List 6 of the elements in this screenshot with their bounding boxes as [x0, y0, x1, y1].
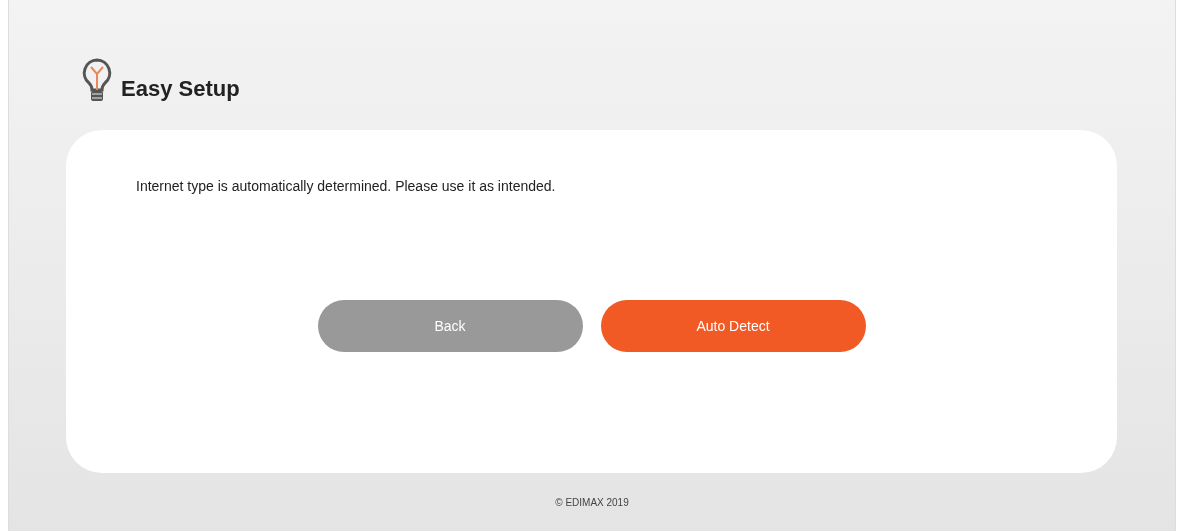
page-title: Easy Setup — [121, 75, 240, 102]
lightbulb-icon — [81, 58, 113, 104]
back-button[interactable]: Back — [317, 300, 583, 352]
auto-detect-button[interactable]: Auto Detect — [600, 300, 866, 352]
info-message: Internet type is automatically determined. Please use it as intended. — [136, 177, 557, 196]
copyright-text: © EDIMAX 2019 — [555, 495, 629, 510]
